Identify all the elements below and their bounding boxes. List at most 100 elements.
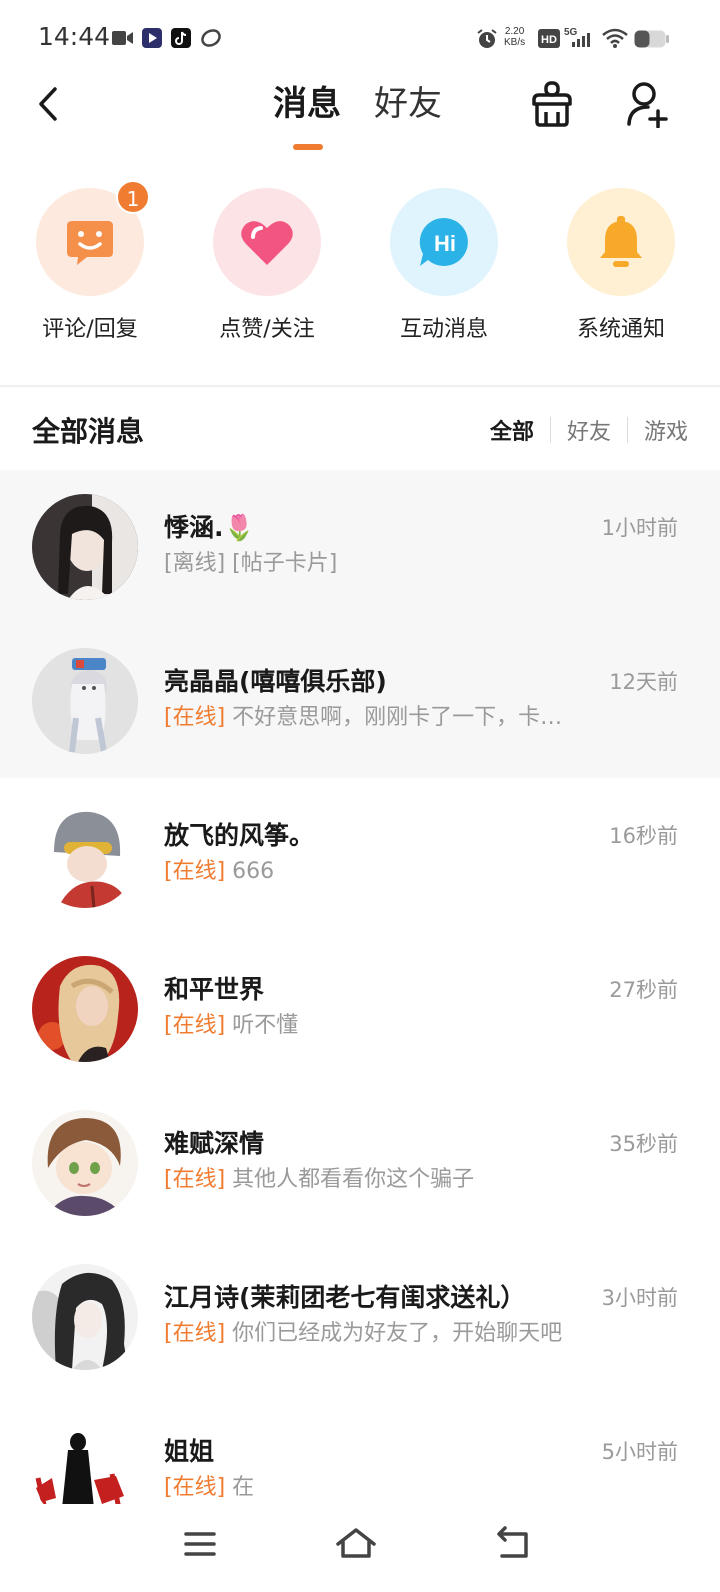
- system-nav-bar: [0, 1504, 720, 1592]
- status-bar: 14:44 2.20 KB/s HD 5G: [0, 0, 720, 72]
- top-nav: 消息 好友: [0, 72, 720, 156]
- interaction-messages-label: 互动消息: [399, 317, 488, 342]
- home-button[interactable]: [334, 1522, 378, 1566]
- svg-text:5G: 5G: [564, 27, 578, 38]
- online-status: [在线]: [164, 1167, 226, 1192]
- likes-follows-label: 点赞/关注: [219, 317, 315, 342]
- home-icon: [336, 1528, 376, 1558]
- svg-text:Hi: Hi: [434, 231, 456, 256]
- tiktok-icon: [171, 28, 191, 52]
- network-speed: 2.20 KB/s: [504, 26, 526, 48]
- preview-text: 666: [225, 859, 275, 884]
- message-preview: [在线] 听不懂: [164, 1007, 594, 1039]
- tab-indicator: [293, 144, 323, 150]
- heart-icon-circle: [213, 188, 321, 296]
- comment-reply-button[interactable]: 1 评论/回复: [0, 180, 180, 346]
- preview-text: [帖子卡片]: [225, 551, 338, 576]
- section-title: 全部消息: [32, 415, 145, 448]
- avatar[interactable]: [32, 1418, 138, 1504]
- message-time: 3小时前: [601, 1286, 678, 1310]
- message-time: 35秒前: [609, 1132, 678, 1156]
- contact-name: 和平世界: [164, 975, 265, 1004]
- avatar[interactable]: [32, 648, 138, 754]
- contact-name: 亮晶晶(嘻嘻俱乐部): [164, 667, 387, 696]
- contact-name: 放飞的风筝。: [164, 821, 315, 850]
- back-nav-icon: [497, 1526, 528, 1558]
- wifi-icon: [602, 28, 628, 52]
- online-status: [在线]: [164, 1013, 226, 1038]
- hi-bubble-icon-circle: Hi: [390, 188, 498, 296]
- status-time: 14:44: [38, 22, 111, 51]
- menu-button[interactable]: [178, 1522, 222, 1566]
- hi-bubble-icon: Hi: [419, 217, 468, 266]
- avatar[interactable]: [32, 956, 138, 1062]
- avatar[interactable]: [32, 802, 138, 908]
- preview-text: 听不懂: [225, 1013, 299, 1038]
- message-preview: [在线] 你们已经成为好友了，开始聊天吧: [164, 1315, 594, 1347]
- preview-text: 不好意思啊，刚刚卡了一下，卡…: [225, 705, 563, 730]
- interaction-messages-button[interactable]: Hi 互动消息: [354, 188, 534, 346]
- message-row[interactable]: 悸涵.🌷 [离线] [帖子卡片] 1小时前: [0, 470, 720, 624]
- back-icon: [39, 87, 57, 121]
- contact-name: 姐姐: [164, 1437, 215, 1466]
- tab-messages[interactable]: 消息: [273, 80, 341, 128]
- add-friend-icon: [627, 82, 668, 129]
- video-camera-icon: [112, 30, 134, 50]
- message-time: 12天前: [609, 670, 678, 694]
- contact-name: 难赋深情: [164, 1129, 265, 1158]
- avatar[interactable]: [32, 1264, 138, 1370]
- contact-name: 江月诗(茉莉团老七有闺求送礼）: [164, 1283, 526, 1312]
- filter-bar: 全部 好友 游戏: [474, 414, 688, 446]
- message-row[interactable]: 姐姐 [在线] 在 5小时前: [0, 1394, 720, 1504]
- message-time: 27秒前: [609, 978, 678, 1002]
- online-status: [离线]: [164, 551, 226, 576]
- message-row[interactable]: 难赋深情 [在线] 其他人都看看你这个骗子 35秒前: [0, 1086, 720, 1240]
- online-status: [在线]: [164, 859, 226, 884]
- hd-icon: HD: [538, 29, 560, 52]
- bell-icon-circle: [567, 188, 675, 296]
- message-time: 1小时前: [601, 516, 678, 540]
- battery-icon: [634, 30, 670, 52]
- tab-friends[interactable]: 好友: [374, 80, 442, 128]
- message-row[interactable]: 江月诗(茉莉团老七有闺求送礼） [在线] 你们已经成为好友了，开始聊天吧 3小时…: [0, 1240, 720, 1394]
- alarm-icon: [476, 28, 498, 54]
- system-notifications-label: 系统通知: [576, 317, 665, 342]
- filter-games[interactable]: 游戏: [628, 414, 688, 446]
- message-row[interactable]: 放飞的风筝。 [在线] 666 16秒前: [0, 778, 720, 932]
- clean-button[interactable]: [530, 80, 576, 130]
- system-notifications-button[interactable]: 系统通知: [531, 188, 711, 346]
- message-preview: [在线] 在: [164, 1469, 594, 1501]
- unread-badge: 1: [116, 180, 150, 214]
- message-time: 16秒前: [609, 824, 678, 848]
- online-status: [在线]: [164, 1475, 226, 1500]
- heart-icon: [241, 221, 293, 265]
- online-status: [在线]: [164, 705, 226, 730]
- message-preview: [在线] 不好意思啊，刚刚卡了一下，卡…: [164, 699, 594, 731]
- app-leaf-icon: [200, 28, 222, 52]
- back-button[interactable]: [28, 80, 68, 128]
- filter-all[interactable]: 全部: [474, 414, 550, 446]
- preview-text: 在: [225, 1475, 255, 1500]
- avatar[interactable]: [32, 1110, 138, 1216]
- svg-text:HD: HD: [541, 34, 557, 46]
- message-list: 悸涵.🌷 [离线] [帖子卡片] 1小时前 亮晶晶(嘻嘻俱乐部) [在线] 不好…: [0, 470, 720, 1504]
- message-preview: [在线] 其他人都看看你这个骗子: [164, 1161, 594, 1193]
- section-divider: [0, 385, 720, 387]
- back-nav-button[interactable]: [492, 1522, 536, 1566]
- contact-name: 悸涵.🌷: [164, 513, 255, 542]
- filter-friends[interactable]: 好友: [551, 414, 627, 446]
- comment-reply-label: 评论/回复: [42, 317, 138, 342]
- quick-actions: 1 评论/回复 点赞/关注 Hi 互动消息 系统通知: [0, 180, 720, 358]
- online-status: [在线]: [164, 1321, 226, 1346]
- section-header: 全部消息 全部 好友 游戏: [0, 400, 720, 460]
- comment-icon: [67, 221, 113, 265]
- avatar[interactable]: [32, 494, 138, 600]
- clean-basket-icon: [532, 81, 572, 127]
- message-row[interactable]: 亮晶晶(嘻嘻俱乐部) [在线] 不好意思啊，刚刚卡了一下，卡… 12天前: [0, 624, 720, 778]
- add-friend-button[interactable]: [626, 80, 672, 130]
- message-time: 5小时前: [601, 1440, 678, 1464]
- preview-text: 其他人都看看你这个骗子: [225, 1167, 475, 1192]
- likes-follows-button[interactable]: 点赞/关注: [177, 188, 357, 346]
- message-preview: [在线] 666: [164, 853, 594, 885]
- message-row[interactable]: 和平世界 [在线] 听不懂 27秒前: [0, 932, 720, 1086]
